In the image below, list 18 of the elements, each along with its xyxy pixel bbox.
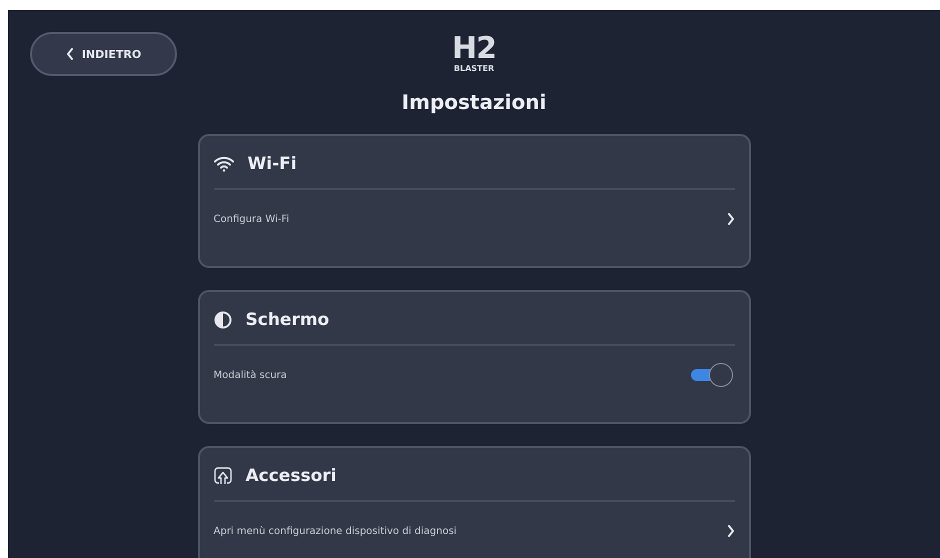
row-label: Modalità scura bbox=[214, 370, 287, 380]
contrast-icon bbox=[214, 311, 232, 329]
arrow-up-square-icon bbox=[214, 467, 232, 485]
row-label: Configura Wi-Fi bbox=[214, 214, 290, 224]
section-title: Accessori bbox=[246, 466, 336, 486]
wifi-icon bbox=[214, 156, 234, 172]
chevron-left-icon bbox=[66, 48, 74, 60]
settings-row[interactable]: Apri menù configurazione dispositivo di diagnosi bbox=[214, 502, 734, 558]
toggle-switch[interactable] bbox=[688, 362, 734, 388]
chevron-right-icon bbox=[726, 213, 734, 225]
back-button[interactable]: INDIETRO bbox=[30, 32, 177, 76]
section-title: Wi-Fi bbox=[248, 154, 297, 174]
brand-logo: H2 BLASTER bbox=[452, 34, 496, 73]
section-title: Schermo bbox=[246, 310, 330, 330]
chevron-right-icon bbox=[726, 525, 734, 537]
settings-row[interactable]: Configura Wi-Fi bbox=[214, 190, 734, 248]
page-title: Impostazioni bbox=[402, 90, 546, 114]
row-label: Apri menù configurazione dispositivo di diagnosi bbox=[214, 526, 457, 536]
